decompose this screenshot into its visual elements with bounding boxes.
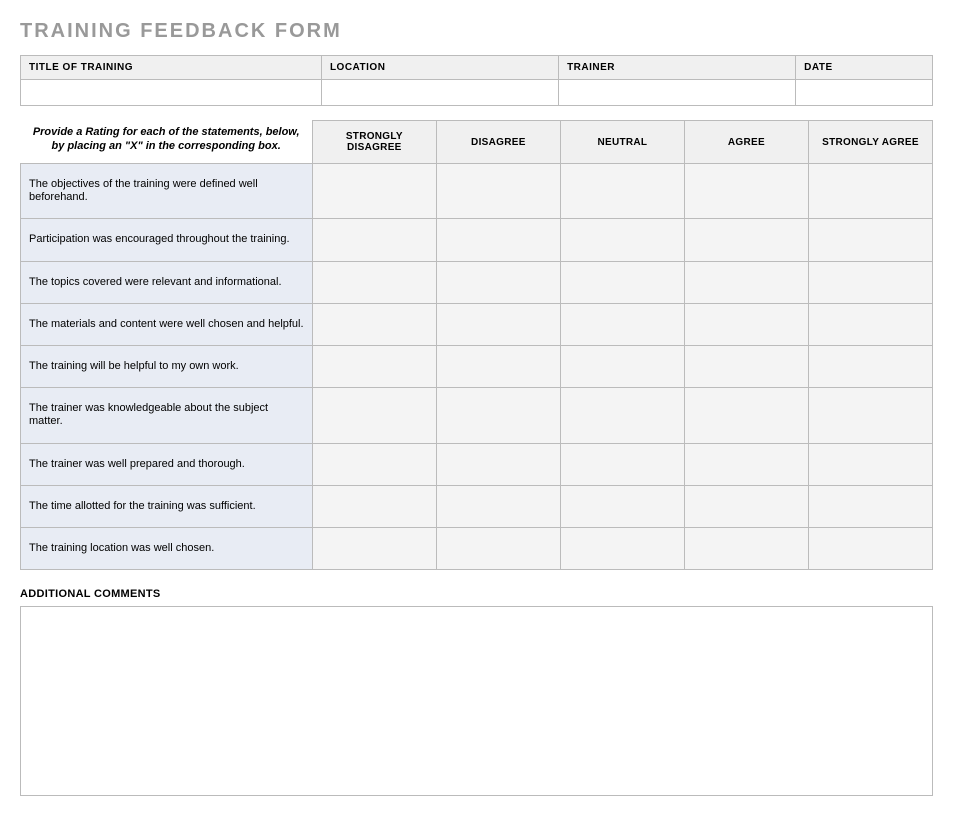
rating-box-sa[interactable] [808,388,932,443]
rating-row: The time allotted for the training was s… [21,485,933,527]
rating-box-a[interactable] [684,485,808,527]
rating-box-d[interactable] [436,164,560,219]
rating-box-a[interactable] [684,164,808,219]
scale-disagree: DISAGREE [436,121,560,164]
statement-text: The training will be helpful to my own w… [21,346,313,388]
header-table: TITLE OF TRAINING LOCATION TRAINER DATE [20,55,933,106]
rating-row: The objectives of the training were defi… [21,164,933,219]
comments-input[interactable] [20,606,933,796]
rating-box-sd[interactable] [312,527,436,569]
rating-table: Provide a Rating for each of the stateme… [20,120,933,570]
rating-row: The trainer was knowledgeable about the … [21,388,933,443]
statement-text: The training location was well chosen. [21,527,313,569]
rating-instructions: Provide a Rating for each of the stateme… [21,121,313,164]
rating-box-n[interactable] [560,164,684,219]
scale-strongly-disagree: STRONGLY DISAGREE [312,121,436,164]
rating-box-a[interactable] [684,261,808,303]
header-date-label: DATE [796,56,933,80]
rating-box-d[interactable] [436,261,560,303]
instructions-line2: by placing an "X" in the corresponding b… [52,140,281,152]
rating-box-sd[interactable] [312,219,436,261]
rating-box-d[interactable] [436,303,560,345]
rating-box-n[interactable] [560,219,684,261]
rating-box-d[interactable] [436,443,560,485]
rating-row: The training will be helpful to my own w… [21,346,933,388]
statement-text: The topics covered were relevant and inf… [21,261,313,303]
rating-box-a[interactable] [684,388,808,443]
rating-box-a[interactable] [684,527,808,569]
header-location-input[interactable] [321,80,558,106]
comments-label: ADDITIONAL COMMENTS [20,588,933,600]
rating-box-n[interactable] [560,443,684,485]
page-title: TRAINING FEEDBACK FORM [20,20,933,43]
statement-text: The trainer was knowledgeable about the … [21,388,313,443]
rating-box-n[interactable] [560,303,684,345]
header-trainer-input[interactable] [559,80,796,106]
header-trainer-label: TRAINER [559,56,796,80]
header-date-input[interactable] [796,80,933,106]
header-location-label: LOCATION [321,56,558,80]
statement-text: The trainer was well prepared and thorou… [21,443,313,485]
rating-box-d[interactable] [436,485,560,527]
rating-box-n[interactable] [560,388,684,443]
scale-strongly-agree: STRONGLY AGREE [808,121,932,164]
rating-row: The topics covered were relevant and inf… [21,261,933,303]
rating-box-d[interactable] [436,388,560,443]
scale-agree: AGREE [684,121,808,164]
rating-box-sa[interactable] [808,261,932,303]
rating-box-a[interactable] [684,443,808,485]
rating-box-n[interactable] [560,527,684,569]
rating-box-sa[interactable] [808,443,932,485]
rating-box-sd[interactable] [312,346,436,388]
rating-box-d[interactable] [436,527,560,569]
rating-row: Participation was encouraged throughout … [21,219,933,261]
rating-box-sd[interactable] [312,443,436,485]
scale-neutral: NEUTRAL [560,121,684,164]
rating-box-a[interactable] [684,219,808,261]
rating-row: The materials and content were well chos… [21,303,933,345]
rating-row: The training location was well chosen. [21,527,933,569]
statement-text: The materials and content were well chos… [21,303,313,345]
rating-box-a[interactable] [684,346,808,388]
rating-box-sd[interactable] [312,485,436,527]
rating-box-sa[interactable] [808,527,932,569]
rating-box-a[interactable] [684,303,808,345]
rating-box-sa[interactable] [808,164,932,219]
rating-box-d[interactable] [436,219,560,261]
statement-text: The time allotted for the training was s… [21,485,313,527]
header-title-label: TITLE OF TRAINING [21,56,322,80]
statement-text: Participation was encouraged throughout … [21,219,313,261]
rating-box-sd[interactable] [312,303,436,345]
rating-box-sd[interactable] [312,261,436,303]
instructions-line1: Provide a Rating for each of the stateme… [33,126,300,138]
rating-box-n[interactable] [560,346,684,388]
rating-box-sa[interactable] [808,303,932,345]
rating-box-sa[interactable] [808,485,932,527]
rating-box-sd[interactable] [312,164,436,219]
rating-box-d[interactable] [436,346,560,388]
rating-row: The trainer was well prepared and thorou… [21,443,933,485]
statement-text: The objectives of the training were defi… [21,164,313,219]
header-title-input[interactable] [21,80,322,106]
rating-box-sd[interactable] [312,388,436,443]
rating-box-sa[interactable] [808,346,932,388]
rating-box-n[interactable] [560,261,684,303]
rating-box-sa[interactable] [808,219,932,261]
rating-box-n[interactable] [560,485,684,527]
